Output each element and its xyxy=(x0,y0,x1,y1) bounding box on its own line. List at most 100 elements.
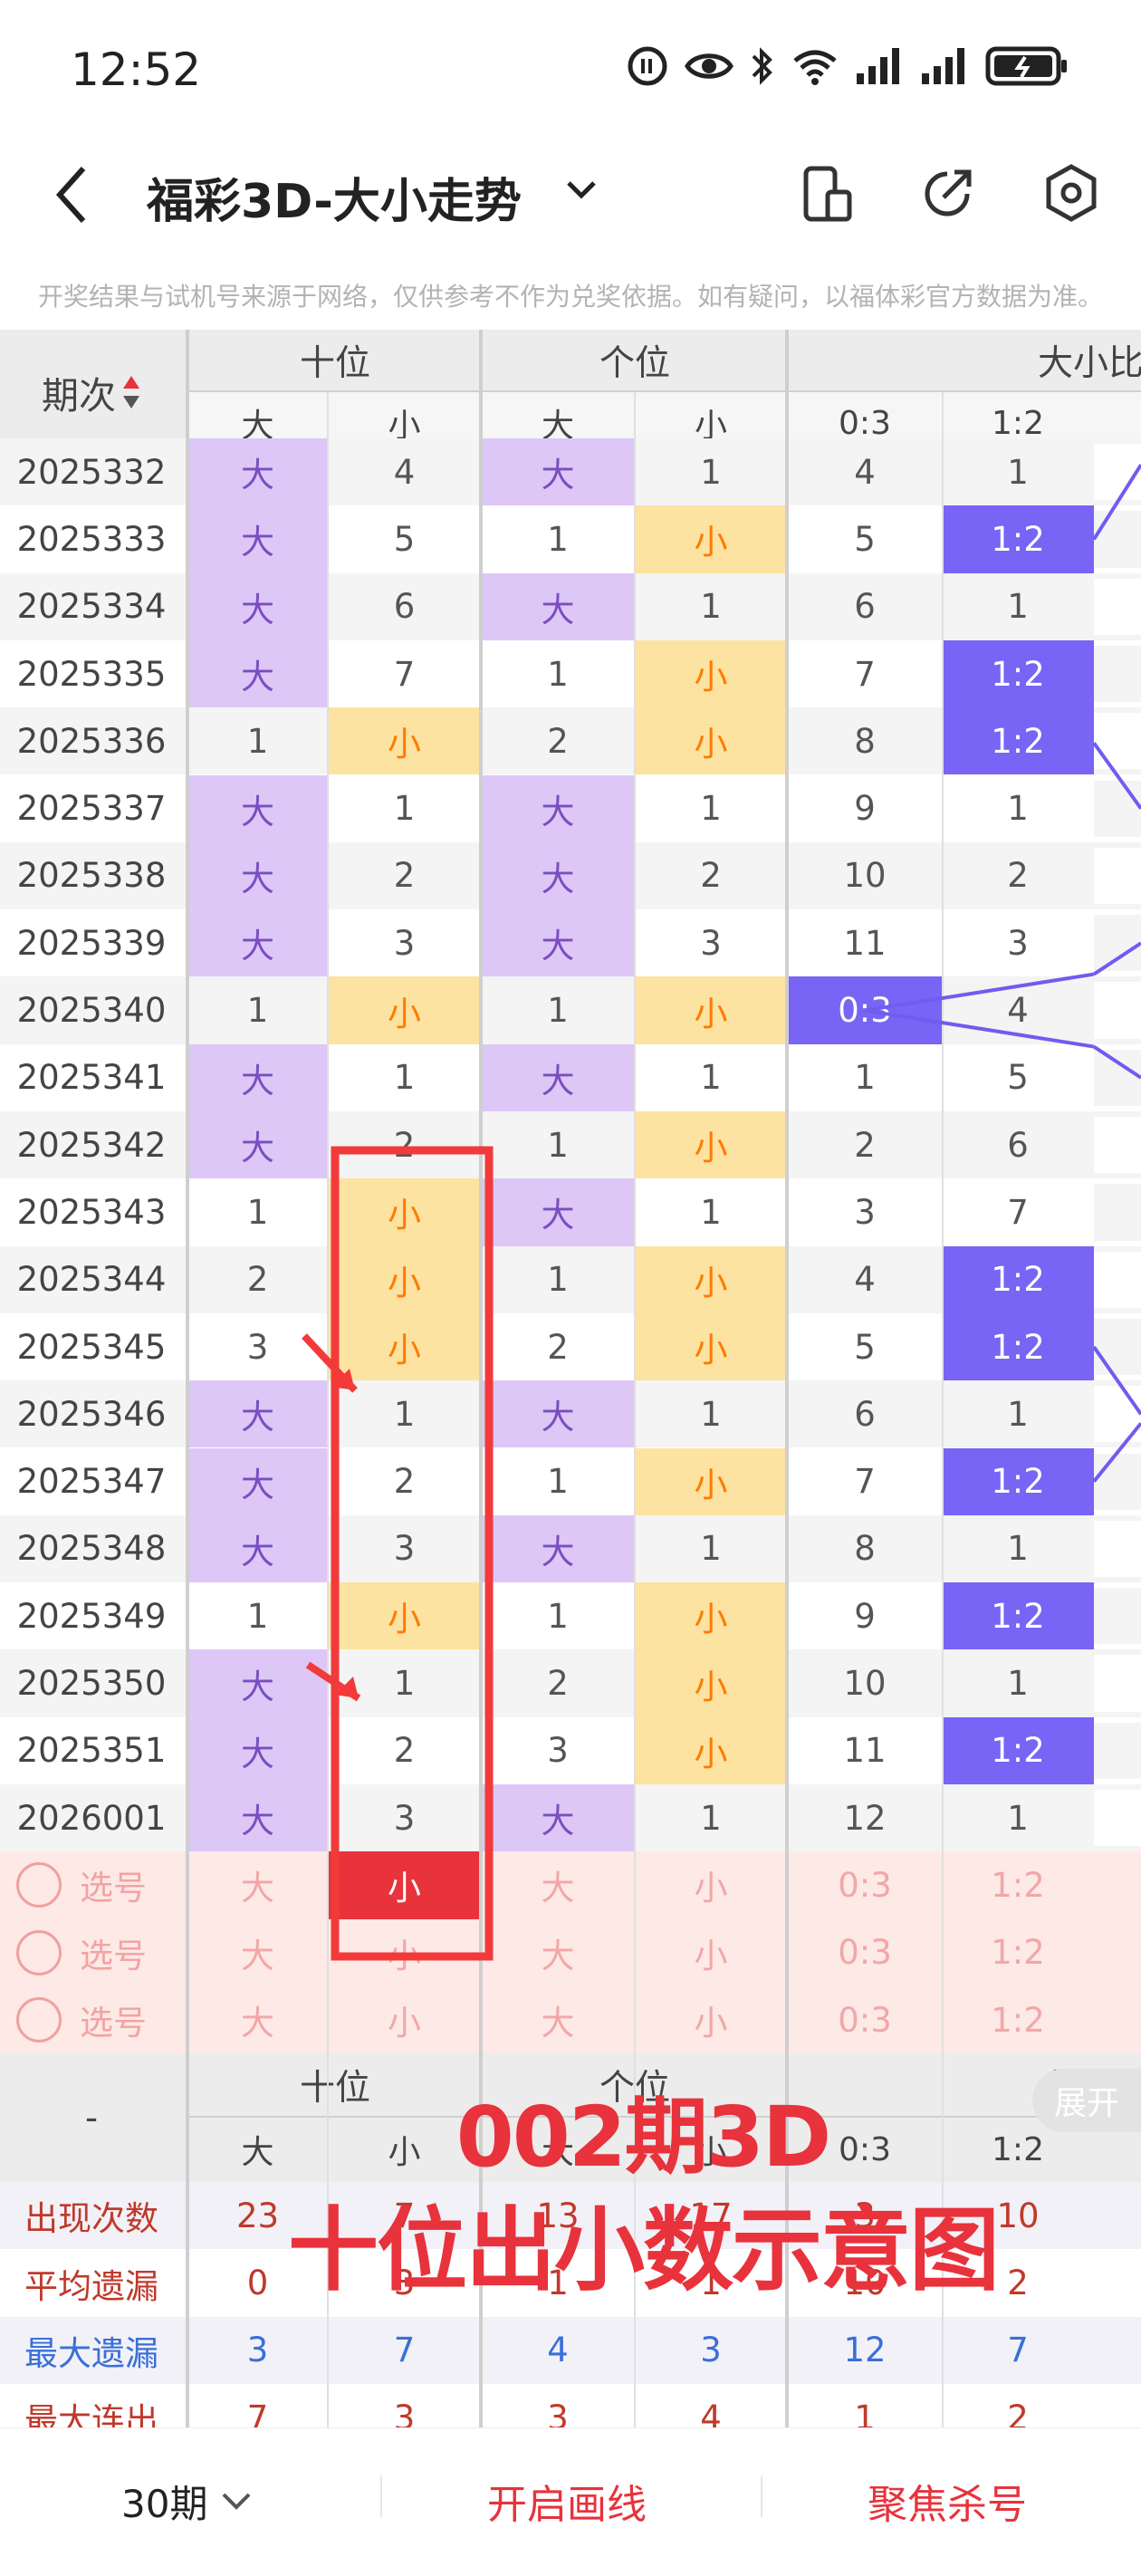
period-number: 2025349 xyxy=(16,1596,167,1636)
select-option[interactable]: 1:2 xyxy=(942,1986,1094,2053)
table-cell: 大 xyxy=(188,1380,327,1448)
select-option[interactable]: 小 xyxy=(327,1851,482,1919)
period-header-label: 期次 xyxy=(42,374,116,418)
period-number: 2025332 xyxy=(16,452,167,492)
ratio-marker xyxy=(1094,1049,1141,1106)
table-cell: 6 xyxy=(854,587,876,627)
table-cell: 5 xyxy=(854,519,876,559)
focus-kill-button[interactable]: 聚焦杀号 xyxy=(868,2472,1027,2530)
select-option[interactable]: 小 xyxy=(327,1919,482,1986)
select-option[interactable]: 小 xyxy=(634,1986,788,2053)
wifi-icon xyxy=(793,50,837,85)
table-cell: 大 xyxy=(482,438,634,506)
table-cell: 小 xyxy=(327,1582,482,1650)
table-cell: 1 xyxy=(1007,1529,1029,1569)
stats-value: 7 xyxy=(393,2331,416,2370)
select-option[interactable]: 大 xyxy=(188,1919,327,1986)
table-cell: 小 xyxy=(634,1245,788,1313)
stats-label: 最大遗漏 xyxy=(24,2333,158,2373)
select-option[interactable]: 大 xyxy=(188,1851,327,1918)
select-option[interactable]: 小 xyxy=(327,1986,482,2053)
table-cell: 3 xyxy=(393,1798,416,1838)
period-select[interactable]: 30期 xyxy=(121,2474,253,2529)
table-cell: 1 xyxy=(700,1529,722,1569)
period-header[interactable]: 期次 xyxy=(0,330,183,455)
select-row-label[interactable]: 选号 xyxy=(16,1919,147,1986)
chevron-down-icon xyxy=(223,2493,251,2510)
status-bar: 12:52 xyxy=(0,0,1141,136)
device-icon[interactable] xyxy=(801,165,855,225)
select-option[interactable]: 大 xyxy=(188,1986,327,2053)
table-cell: 2 xyxy=(1007,856,1029,896)
back-icon[interactable] xyxy=(54,163,91,226)
select-row-label[interactable]: 选号 xyxy=(16,1851,147,1918)
ratio-marker xyxy=(1094,444,1141,501)
table-cell: 1 xyxy=(700,1192,722,1232)
table-cell: 大 xyxy=(482,1514,634,1583)
table-cell: 大 xyxy=(188,1649,327,1717)
table-cell: 9 xyxy=(854,1596,876,1636)
page-title[interactable]: 福彩3D-大小走势 xyxy=(147,163,522,231)
select-option[interactable]: 0:3 xyxy=(788,1919,942,1986)
share-icon[interactable] xyxy=(920,165,976,221)
table-cell: 3 xyxy=(246,1327,269,1367)
radio-circle-icon[interactable] xyxy=(16,1997,62,2043)
period-number: 2025333 xyxy=(16,519,167,559)
app-bar: 福彩3D-大小走势 xyxy=(0,136,1141,254)
ratio-marker xyxy=(1094,847,1141,905)
group-header-2: 大小比 xyxy=(1038,343,1141,384)
table-cell: 3 xyxy=(547,1731,569,1771)
select-option[interactable]: 1:2 xyxy=(942,1919,1094,1986)
select-label: 选号 xyxy=(80,1869,147,1908)
stats-sub-header: 大 xyxy=(241,2134,274,2172)
table-cell: 2 xyxy=(246,1260,269,1300)
select-option[interactable]: 大 xyxy=(482,1851,634,1918)
alarm-icon xyxy=(628,46,667,86)
ratio-marker xyxy=(1094,1453,1141,1510)
table-cell: 大 xyxy=(482,1178,634,1246)
table-cell: 1:2 xyxy=(942,639,1094,708)
radio-circle-icon[interactable] xyxy=(16,1929,62,1975)
period-number: 2025347 xyxy=(16,1462,167,1502)
table-cell: 3 xyxy=(393,923,416,963)
table-cell: 1:2 xyxy=(942,707,1094,775)
table-cell: 7 xyxy=(1007,1192,1029,1232)
data-source-notice: 开奖结果与试机号来源于网络，仅供参考不作为兑奖依据。如有疑问，以福体彩官方数据为… xyxy=(38,282,1104,312)
column-divider xyxy=(942,391,944,2427)
table-cell: 1 xyxy=(547,991,569,1031)
settings-icon[interactable] xyxy=(1041,163,1101,223)
select-label: 选号 xyxy=(80,2004,147,2043)
period-number: 2025335 xyxy=(16,654,167,694)
radio-circle-icon[interactable] xyxy=(16,1862,62,1908)
table-cell: 大 xyxy=(482,572,634,640)
table-cell: 大 xyxy=(188,1111,327,1179)
select-option[interactable]: 0:3 xyxy=(788,1986,942,2053)
select-row-label[interactable]: 选号 xyxy=(16,1986,147,2053)
select-option[interactable]: 大 xyxy=(482,1919,634,1986)
stats-value: 4 xyxy=(547,2331,569,2370)
table-cell: 小 xyxy=(327,1312,482,1381)
select-option[interactable]: 1:2 xyxy=(942,1851,1094,1918)
chevron-down-icon[interactable] xyxy=(563,176,599,203)
table-cell: 11 xyxy=(843,1731,887,1771)
table-cell: 7 xyxy=(854,654,876,694)
table-cell: 3 xyxy=(393,1529,416,1569)
ratio-marker xyxy=(1094,1318,1141,1376)
table-cell: 小 xyxy=(634,1582,788,1650)
table-cell: 大 xyxy=(482,1380,634,1448)
select-option[interactable]: 大 xyxy=(482,1986,634,2053)
select-option[interactable]: 0:3 xyxy=(788,1851,942,1918)
select-option[interactable]: 小 xyxy=(634,1851,788,1918)
table-cell: 小 xyxy=(634,1649,788,1717)
ratio-marker xyxy=(1094,780,1141,837)
table-cell: 3 xyxy=(1007,923,1029,963)
table-cell: 3 xyxy=(700,923,722,963)
select-option[interactable]: 小 xyxy=(634,1919,788,1986)
table-cell: 小 xyxy=(634,707,788,775)
table-cell: 大 xyxy=(482,1784,634,1852)
table-cell: 大 xyxy=(188,1784,327,1852)
table-cell: 1 xyxy=(547,1462,569,1502)
draw-line-button[interactable]: 开启画线 xyxy=(487,2472,647,2530)
divider xyxy=(380,2475,382,2517)
expand-button[interactable]: 展开 xyxy=(1032,2069,1141,2132)
